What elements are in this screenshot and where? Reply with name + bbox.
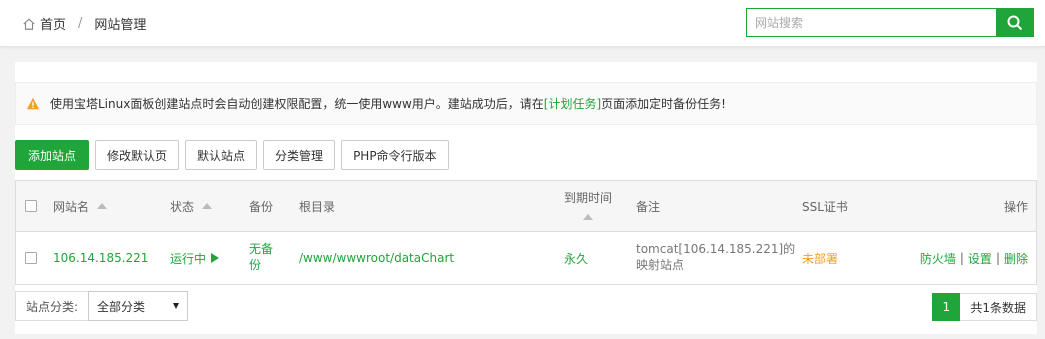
search-icon: [1007, 15, 1023, 30]
header-name[interactable]: 网站名: [53, 181, 108, 231]
row-checkbox[interactable]: [25, 252, 37, 264]
breadcrumb-separator: /: [78, 16, 83, 31]
search-button[interactable]: [996, 8, 1034, 37]
header-ssl: SSL证书: [802, 199, 848, 214]
search-box: [746, 8, 1034, 37]
notice-bar: 使用宝塔Linux面板创建站点时会自动创建权限配置，统一使用www用户。建站成功…: [15, 82, 1037, 125]
header-expire[interactable]: 到期时间: [564, 189, 612, 220]
notice-text-end: 页面添加定时备份任务!: [601, 97, 726, 111]
action-separator: |: [995, 251, 1000, 265]
select-all-checkbox[interactable]: [25, 200, 37, 212]
header-name-label: 网站名: [53, 199, 90, 214]
top-bar: 首页 / 网站管理: [0, 0, 1045, 47]
category-select[interactable]: 全部分类: [88, 291, 189, 321]
site-expire[interactable]: 永久: [564, 250, 588, 267]
site-table: 网站名 状态 备份 根目录 到期时间 备注 SSL证书 操作 106.14.18…: [15, 180, 1037, 285]
default-site-button[interactable]: 默认站点: [185, 140, 258, 170]
site-backup[interactable]: 无备 份: [249, 241, 273, 273]
pagination: 1 共1条数据: [932, 293, 1037, 321]
category-filter: 站点分类: 全部分类: [15, 291, 189, 321]
main-panel: 使用宝塔Linux面板创建站点时会自动创建权限配置，统一使用www用户。建站成功…: [15, 62, 1037, 334]
firewall-link[interactable]: 防火墙: [920, 250, 956, 267]
php-version-button[interactable]: PHP命令行版本: [341, 140, 449, 170]
site-status-label: 运行中: [170, 251, 207, 266]
play-icon: [211, 253, 220, 263]
breadcrumb-home[interactable]: 首页: [40, 14, 66, 33]
add-site-button[interactable]: 添加站点: [15, 140, 90, 170]
breadcrumb-current: 网站管理: [94, 18, 147, 33]
total-count: 共1条数据: [960, 293, 1037, 321]
header-remark: 备注: [636, 199, 661, 214]
site-remark-line1: tomcat[106.14.185.221]的: [636, 242, 796, 256]
notice-text: 使用宝塔Linux面板创建站点时会自动创建权限配置，统一使用www用户。建站成功…: [50, 97, 544, 111]
home-icon[interactable]: [22, 17, 36, 31]
action-separator: |: [959, 251, 964, 265]
category-select-value: 全部分类: [97, 299, 146, 314]
delete-link[interactable]: 删除: [1004, 250, 1028, 267]
breadcrumb: 首页 / 网站管理: [22, 14, 146, 33]
caret-down-icon: [173, 303, 180, 309]
search-input[interactable]: [746, 8, 996, 37]
header-backup: 备份: [249, 199, 274, 214]
site-remark-line2: 映射站点: [636, 258, 685, 272]
scheduled-task-link[interactable]: [计划任务]: [544, 95, 601, 112]
header-status-label: 状态: [170, 199, 195, 214]
site-status[interactable]: 运行中: [170, 232, 220, 284]
sort-asc-icon: [97, 203, 108, 209]
row-actions: 防火墙 | 设置 | 删除: [920, 232, 1028, 284]
category-label: 站点分类:: [15, 291, 89, 321]
edit-default-page-button[interactable]: 修改默认页: [95, 140, 180, 170]
header-actions: 操作: [1003, 199, 1028, 214]
site-remark[interactable]: tomcat[106.14.185.221]的 映射站点: [636, 241, 795, 273]
sort-asc-icon: [202, 203, 213, 209]
table-row: 106.14.185.221 运行中 无备 份 /www/wwwroot/dat…: [16, 232, 1036, 284]
site-backup-line2: 份: [249, 258, 262, 272]
category-manage-button[interactable]: 分类管理: [263, 140, 336, 170]
site-name-link[interactable]: 106.14.185.221: [53, 251, 148, 265]
ssl-status[interactable]: 未部署: [802, 250, 838, 267]
header-expire-label: 到期时间: [564, 191, 613, 205]
toolbar: 添加站点 修改默认页 默认站点 分类管理 PHP命令行版本: [15, 140, 449, 170]
page-current[interactable]: 1: [932, 293, 961, 321]
warning-icon: [26, 97, 40, 109]
settings-link[interactable]: 设置: [968, 250, 992, 267]
site-backup-line1: 无备: [249, 242, 274, 256]
site-root-link[interactable]: /www/wwwroot/dataChart: [299, 251, 454, 265]
header-status[interactable]: 状态: [170, 181, 213, 231]
sort-asc-icon: [583, 214, 593, 220]
header-root: 根目录: [299, 199, 336, 214]
table-header: 网站名 状态 备份 根目录 到期时间 备注 SSL证书 操作: [16, 181, 1036, 232]
